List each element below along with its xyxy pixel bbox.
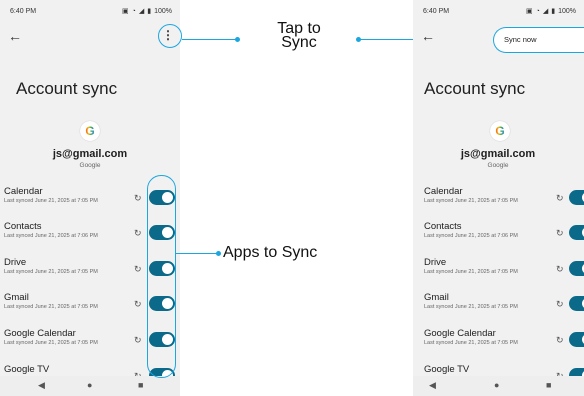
account-provider: Google — [487, 162, 509, 169]
battery-percent: 100% — [154, 7, 172, 15]
sync-icon: ↻ — [556, 228, 564, 238]
signal-icon: ◢ — [542, 8, 549, 15]
app-name: Calendar — [4, 186, 43, 197]
nav-back-icon[interactable]: ◀ — [429, 380, 436, 391]
last-synced-text: Last synced June 21, 2025 at 7:05 PM — [4, 198, 98, 204]
account-provider: Google — [79, 162, 101, 169]
sync-icon: ↻ — [556, 193, 564, 203]
sync-toggle[interactable] — [569, 332, 584, 347]
account-email: js@gmail.com — [52, 148, 128, 160]
last-synced-text: Last synced June 21, 2025 at 7:05 PM — [424, 269, 518, 275]
battery-icon: ▮ — [147, 8, 152, 15]
last-synced-text: Last synced June 21, 2025 at 7:05 PM — [4, 304, 98, 310]
list-item[interactable]: Calendar Last synced June 21, 2025 at 7:0… — [420, 186, 584, 224]
app-name: Google TV — [424, 364, 470, 375]
arrow-back-icon[interactable]: ← — [421, 28, 435, 44]
last-synced-text: Last synced June 21, 2025 at 7:06 PM — [424, 233, 518, 239]
status-icons: ▣ ◔ ◢ ▮ 100% — [525, 7, 576, 16]
sync-now-menu-item[interactable]: Sync now — [493, 27, 584, 53]
sync-icon: ↻ — [556, 299, 564, 309]
nav-home-icon[interactable]: ● — [87, 380, 92, 390]
last-synced-text: Last synced June 21, 2025 at 7:05 PM — [424, 340, 518, 346]
last-synced-text: Last synced June 21, 2025 at 7:05 PM — [4, 340, 98, 346]
status-time: 6:40 PM — [423, 8, 450, 15]
app-name: Google TV — [4, 364, 50, 375]
sync-icon: ↻ — [134, 335, 142, 345]
app-name: Drive — [4, 257, 27, 268]
callout-line-apps — [176, 253, 218, 254]
phone-screen-right: 6:40 PM ▣ ◔ ◢ ▮ 100% ← Account sync G js… — [413, 0, 584, 396]
sync-icon: ↻ — [556, 335, 564, 345]
page-title: Account sync — [424, 79, 526, 98]
list-item[interactable]: Gmail Last synced June 21, 2025 at 7:05 P… — [420, 292, 584, 330]
sync-toggle[interactable] — [569, 296, 584, 311]
sync-icon: ↻ — [134, 264, 142, 274]
list-item[interactable]: Drive Last synced June 21, 2025 at 7:05 P… — [420, 257, 584, 295]
callout-tap-to-sync: Tap to Sync — [277, 20, 321, 51]
callout-line-tap — [182, 39, 237, 40]
sync-icon: ↻ — [134, 193, 142, 203]
signal-icon: ◢ — [138, 8, 145, 15]
status-icons: ▣ ◔ ◢ ▮ 100% — [121, 7, 172, 16]
last-synced-text: Last synced June 21, 2025 at 7:06 PM — [4, 233, 98, 239]
app-name: Gmail — [424, 292, 449, 303]
app-name: Gmail — [4, 292, 29, 303]
nfc-icon: ▣ — [121, 8, 129, 15]
list-item[interactable]: Contacts Last synced June 21, 2025 at 7:0… — [420, 221, 584, 259]
sync-icon: ↻ — [134, 228, 142, 238]
last-synced-text: Last synced June 21, 2025 at 7:05 PM — [424, 198, 518, 204]
app-name: Contacts — [424, 221, 462, 232]
sync-toggle[interactable] — [569, 190, 584, 205]
navigation-bar: ◀ ● ■ — [413, 376, 584, 396]
sync-icon: ↻ — [134, 299, 142, 309]
callout-apps-to-sync: Apps to Sync — [223, 244, 318, 261]
app-name: Google Calendar — [424, 328, 496, 339]
battery-percent: 100% — [558, 7, 576, 15]
nav-home-icon[interactable]: ● — [494, 380, 499, 390]
battery-icon: ▮ — [551, 8, 556, 15]
google-logo-icon: G — [80, 121, 100, 141]
status-bar: 6:40 PM ▣ ◔ ◢ ▮ 100% — [413, 0, 584, 24]
overflow-highlight — [158, 24, 182, 48]
callout-dot — [235, 37, 240, 42]
nav-recents-icon[interactable]: ■ — [138, 380, 143, 390]
sync-toggle[interactable] — [569, 261, 584, 276]
nav-recents-icon[interactable]: ■ — [546, 380, 551, 390]
wifi-icon: ◔ — [535, 7, 540, 15]
app-name: Contacts — [4, 221, 42, 232]
page-title: Account sync — [16, 79, 118, 98]
status-time: 6:40 PM — [10, 8, 37, 15]
sync-icon: ↻ — [556, 264, 564, 274]
arrow-back-icon[interactable]: ← — [8, 28, 22, 44]
sync-toggle[interactable] — [569, 225, 584, 240]
account-email: js@gmail.com — [460, 148, 536, 160]
app-name: Calendar — [424, 186, 463, 197]
list-item[interactable]: Google Calendar Last synced June 21, 2025… — [420, 328, 584, 366]
toggles-highlight — [147, 175, 176, 378]
navigation-bar: ◀ ● ■ — [0, 376, 180, 396]
nfc-icon: ▣ — [525, 8, 533, 15]
nav-back-icon[interactable]: ◀ — [38, 380, 45, 391]
app-name: Drive — [424, 257, 447, 268]
app-name: Google Calendar — [4, 328, 76, 339]
callout-dot — [216, 251, 221, 256]
last-synced-text: Last synced June 21, 2025 at 7:05 PM — [424, 304, 518, 310]
google-logo-icon: G — [490, 121, 510, 141]
wifi-icon: ◔ — [131, 7, 136, 15]
status-bar: 6:40 PM ▣ ◔ ◢ ▮ 100% — [0, 0, 180, 24]
last-synced-text: Last synced June 21, 2025 at 7:05 PM — [4, 269, 98, 275]
